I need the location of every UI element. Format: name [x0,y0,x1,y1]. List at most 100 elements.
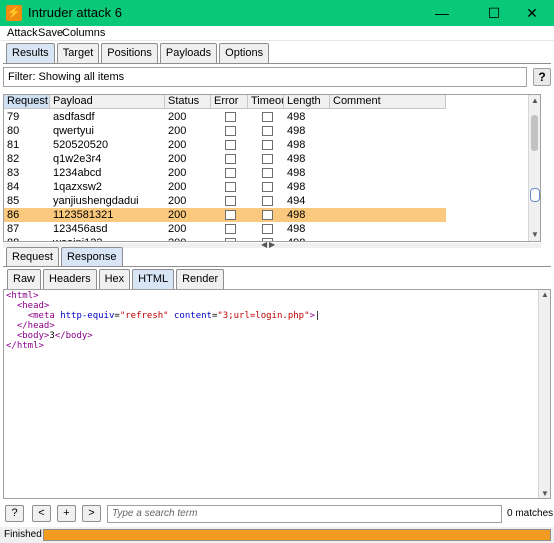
code-line: </html> [6,341,44,351]
cell-payload: q1w2e3r4 [53,153,102,165]
error-checkbox[interactable] [225,140,236,150]
cell-length: 498 [287,139,306,151]
help-button[interactable]: ? [533,68,551,86]
table-row[interactable]: 82 q1w2e3r4 200 498 [4,152,446,166]
search-input[interactable]: Type a search term [107,505,502,523]
table-row[interactable]: 86 1123581321 200 498 [4,208,446,222]
progress-fill [44,530,550,540]
table-row[interactable]: 81 520520520 200 498 [4,138,446,152]
error-checkbox[interactable] [225,126,236,136]
filter-bar[interactable]: Filter: Showing all items [3,67,527,87]
timeout-checkbox[interactable] [262,126,273,136]
error-checkbox[interactable] [225,112,236,122]
cell-status: 200 [168,139,187,151]
tab-options[interactable]: Options [219,43,270,63]
tab-raw[interactable]: Raw [7,269,42,289]
previous-match-button[interactable]: < [32,505,51,522]
table-row[interactable]: 87 123456asd 200 498 [4,222,446,236]
scroll-left-arrow-icon[interactable]: ◀ [261,240,267,249]
column-header-status[interactable]: Status [165,95,211,109]
error-checkbox[interactable] [225,196,236,206]
search-bar: ? < + > Type a search term 0 matches [0,504,554,526]
timeout-checkbox[interactable] [262,168,273,178]
tab-divider [3,63,551,64]
table-row[interactable]: 80 qwertyui 200 498 [4,124,446,138]
tab-request[interactable]: Request [6,247,59,267]
table-vertical-scrollbar[interactable]: ▲ ▼ [528,95,540,241]
editor-scroll-up-icon[interactable]: ▲ [539,290,550,299]
cell-length: 498 [287,209,306,221]
progress-bar [43,529,551,541]
tab-response[interactable]: Response [60,247,123,267]
view-tabs: Raw Headers Hex HTML Render [7,269,225,289]
table-row[interactable]: 83 1234abcd 200 498 [4,166,446,180]
next-match-button[interactable]: > [82,505,101,522]
scroll-right-arrow-icon[interactable]: ▶ [269,240,275,249]
tab-payloads[interactable]: Payloads [159,43,218,63]
minimize-button[interactable]: — [420,0,464,26]
menu-columns[interactable]: Columns [62,27,105,40]
status-bar: Finished [0,527,554,543]
cell-payload: 1qazxsw2 [53,181,102,193]
table-row[interactable]: 79 asdfasdf 200 498 [4,110,446,124]
column-header-request[interactable]: Request ▲ [4,95,50,109]
cell-request: 80 [7,125,20,137]
tab-positions[interactable]: Positions [101,43,158,63]
column-header-payload[interactable]: Payload [50,95,165,109]
table-row[interactable]: 84 1qazxsw2 200 498 [4,180,446,194]
cell-length: 498 [287,181,306,193]
response-editor[interactable]: <html> <head> <meta http-equiv="refresh"… [3,289,551,499]
cell-request: 87 [7,223,20,235]
timeout-checkbox[interactable] [262,182,273,192]
timeout-checkbox[interactable] [262,140,273,150]
error-checkbox[interactable] [225,182,236,192]
error-checkbox[interactable] [225,238,236,241]
error-checkbox[interactable] [225,168,236,178]
scroll-up-arrow-icon[interactable]: ▲ [529,95,540,107]
column-header-error[interactable]: Error [211,95,248,109]
error-checkbox[interactable] [225,210,236,220]
tab-results[interactable]: Results [6,43,55,63]
timeout-checkbox[interactable] [262,210,273,220]
cell-status: 200 [165,236,211,241]
table-row[interactable]: 88woaini123200 498 [4,236,446,241]
error-checkbox[interactable] [225,224,236,234]
cell-request: 88 [4,236,50,241]
cell-length: 498 [287,167,306,179]
editor-scrollbar[interactable]: ▲ ▼ [538,290,550,498]
scroll-thumb[interactable] [531,115,538,151]
timeout-checkbox[interactable] [262,154,273,164]
timeout-checkbox[interactable] [262,196,273,206]
menu-attack[interactable]: Attack [7,27,38,40]
tab-hex[interactable]: Hex [98,269,131,289]
editor-scroll-down-icon[interactable]: ▼ [539,489,550,498]
menu-save[interactable]: Save [38,27,63,40]
cell-status: 200 [168,195,187,207]
close-button[interactable]: ✕ [510,0,554,26]
cell-length: 494 [287,195,306,207]
timeout-checkbox[interactable] [262,112,273,122]
tab-headers[interactable]: Headers [43,269,97,289]
code-token: http-equiv [60,311,115,321]
cell-length: 498 [287,125,306,137]
cell-request: 86 [7,209,20,221]
table-row[interactable]: 85 yanjiushengdadui 200 494 [4,194,446,208]
timeout-checkbox[interactable] [262,224,273,234]
code-token: <meta [27,311,55,321]
search-help-button[interactable]: ? [5,505,24,522]
cell-payload: 1234abcd [53,167,102,179]
window-title: Intruder attack 6 [28,5,122,20]
cell-status: 200 [168,125,187,137]
column-header-length[interactable]: Length [284,95,330,109]
scroll-down-arrow-icon[interactable]: ▼ [529,229,540,241]
cell-payload: asdfasdf [53,111,95,123]
add-match-button[interactable]: + [57,505,76,522]
error-checkbox[interactable] [225,154,236,164]
tab-html[interactable]: HTML [132,269,175,289]
column-header-comment[interactable]: Comment [330,95,446,109]
tab-target[interactable]: Target [56,43,100,63]
tab-render[interactable]: Render [176,269,225,289]
column-header-timeout[interactable]: Timeout [248,95,284,109]
